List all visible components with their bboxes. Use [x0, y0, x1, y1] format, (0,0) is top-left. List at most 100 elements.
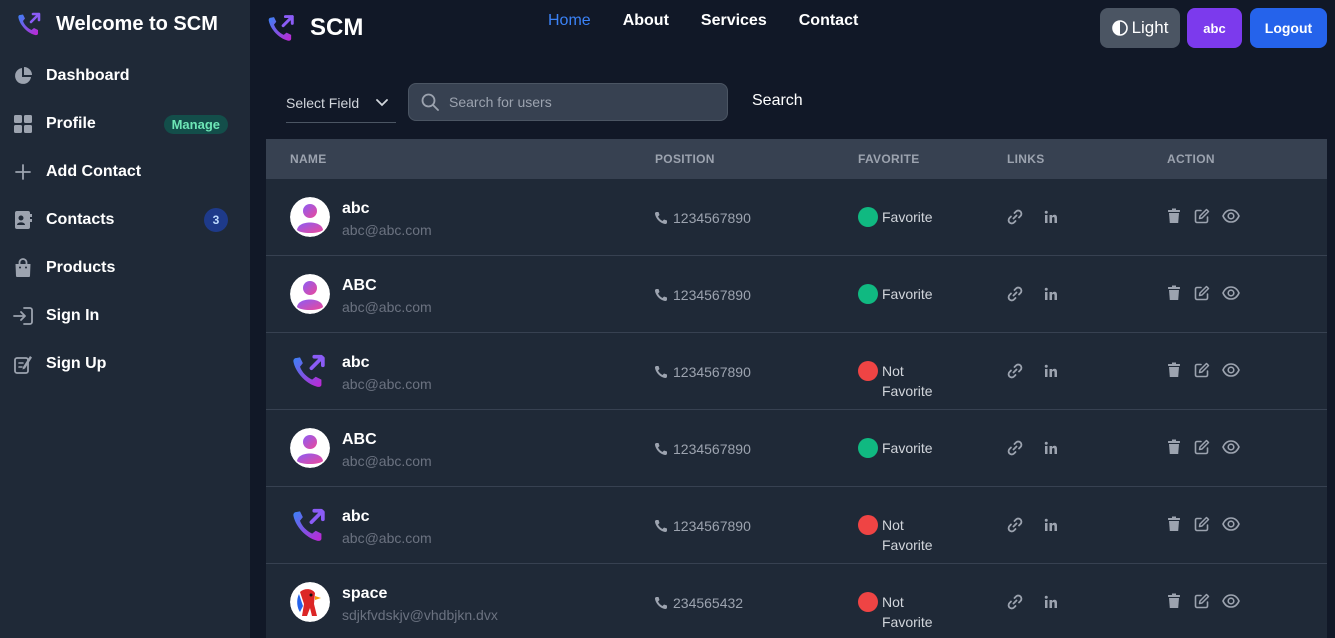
sidebar-item-add-contact[interactable]: Add Contact	[12, 154, 234, 190]
nav-link-about[interactable]: About	[623, 12, 669, 30]
contact-phone: 1234567890	[654, 210, 751, 226]
theme-toggle-button[interactable]: Light	[1100, 8, 1180, 48]
contact-links	[1006, 516, 1078, 534]
phone-number: 1234567890	[673, 210, 751, 226]
sidebar-item-products[interactable]: Products	[12, 250, 234, 286]
contact-phone: 1234567890	[654, 364, 751, 380]
column-header-action: ACTION	[1167, 152, 1215, 166]
edit-icon[interactable]	[1194, 362, 1210, 378]
delete-icon[interactable]	[1166, 439, 1182, 455]
column-header-name: NAME	[290, 152, 327, 166]
edit-icon[interactable]	[1194, 439, 1210, 455]
scm-logo-icon	[268, 15, 294, 41]
contacts-table: NAME POSITION FAVORITE LINKS ACTION abc …	[266, 139, 1327, 638]
contact-name: space	[342, 585, 388, 602]
favorite-dot	[858, 515, 878, 535]
edit-icon[interactable]	[1194, 593, 1210, 609]
contact-links	[1006, 208, 1078, 226]
contact-links	[1006, 593, 1078, 611]
link-icon[interactable]	[1006, 362, 1024, 380]
linkedin-icon[interactable]	[1044, 287, 1058, 301]
delete-icon[interactable]	[1166, 516, 1182, 532]
phone-number: 1234567890	[673, 287, 751, 303]
contact-email: abc@abc.com	[342, 530, 432, 546]
table-row: abc abc@abc.com 1234567890 Favorite	[266, 179, 1327, 256]
favorite-status: Not Favorite	[858, 361, 942, 401]
half-circle-icon	[1111, 20, 1128, 36]
sidebar-item-sign-up[interactable]: Sign Up	[12, 346, 234, 382]
row-actions	[1166, 516, 1252, 532]
favorite-dot	[858, 361, 878, 381]
header-brand[interactable]: SCM	[266, 12, 363, 44]
delete-icon[interactable]	[1166, 362, 1182, 378]
favorite-label: Not Favorite	[882, 517, 933, 553]
row-actions	[1166, 593, 1252, 609]
column-header-favorite: FAVORITE	[858, 152, 920, 166]
view-icon[interactable]	[1222, 593, 1240, 609]
nav-link-home[interactable]: Home	[548, 12, 591, 30]
header-brand-title: SCM	[310, 14, 364, 41]
delete-icon[interactable]	[1166, 285, 1182, 301]
favorite-status: Not Favorite	[858, 592, 942, 632]
favorite-status: Favorite	[858, 438, 942, 458]
contact-card-icon	[12, 209, 34, 231]
favorite-label: Favorite	[882, 286, 933, 302]
link-icon[interactable]	[1006, 593, 1024, 611]
phone-number: 1234567890	[673, 518, 751, 534]
sidebar-item-dashboard[interactable]: Dashboard	[12, 58, 234, 94]
linkedin-icon[interactable]	[1044, 441, 1058, 455]
edit-icon[interactable]	[1194, 285, 1210, 301]
contact-phone: 1234567890	[654, 441, 751, 457]
linkedin-icon[interactable]	[1044, 518, 1058, 532]
contact-email: abc@abc.com	[342, 376, 432, 392]
sidebar-item-label: Sign In	[46, 307, 100, 324]
view-icon[interactable]	[1222, 208, 1240, 224]
table-row: abc abc@abc.com 1234567890 Not Favorite	[266, 333, 1327, 410]
edit-icon[interactable]	[1194, 516, 1210, 532]
search-input[interactable]	[449, 94, 719, 110]
view-icon[interactable]	[1222, 285, 1240, 301]
nav-link-services[interactable]: Services	[701, 12, 767, 30]
linkedin-icon[interactable]	[1044, 210, 1058, 224]
pie-chart-icon	[12, 65, 34, 87]
search-icon	[421, 93, 439, 111]
linkedin-icon[interactable]	[1044, 364, 1058, 378]
delete-icon[interactable]	[1166, 593, 1182, 609]
contact-email: abc@abc.com	[342, 453, 432, 469]
sidebar-item-contacts[interactable]: Contacts 3	[12, 202, 234, 238]
phone-number: 234565432	[673, 595, 744, 611]
logout-button[interactable]: Logout	[1250, 8, 1327, 48]
view-icon[interactable]	[1222, 439, 1240, 455]
manage-badge[interactable]: Manage	[163, 114, 228, 134]
link-icon[interactable]	[1006, 208, 1024, 226]
table-header: NAME POSITION FAVORITE LINKS ACTION	[266, 139, 1327, 179]
contact-name: ABC	[342, 431, 377, 448]
contact-links	[1006, 285, 1078, 303]
contacts-count-badge: 3	[204, 208, 228, 232]
sidebar-brand[interactable]: Welcome to SCM	[16, 9, 218, 39]
contact-email: sdjkfvdskjv@vhdbjkn.dvx	[342, 607, 498, 623]
field-select[interactable]: Select Field	[286, 83, 396, 123]
shopping-bag-icon	[12, 257, 34, 279]
search-button[interactable]: Search	[752, 92, 803, 110]
view-icon[interactable]	[1222, 362, 1240, 378]
favorite-dot	[858, 592, 878, 612]
sidebar-item-sign-in[interactable]: Sign In	[12, 298, 234, 334]
contact-email: abc@abc.com	[342, 299, 432, 315]
link-icon[interactable]	[1006, 439, 1024, 457]
scm-logo-icon	[18, 12, 41, 36]
link-icon[interactable]	[1006, 516, 1024, 534]
user-button[interactable]: abc	[1187, 8, 1242, 48]
phone-icon	[654, 366, 667, 379]
linkedin-icon[interactable]	[1044, 595, 1058, 609]
favorite-dot	[858, 207, 878, 227]
sidebar-item-label: Sign Up	[46, 355, 107, 372]
view-icon[interactable]	[1222, 516, 1240, 532]
edit-icon[interactable]	[1194, 208, 1210, 224]
link-icon[interactable]	[1006, 285, 1024, 303]
sidebar-item-label: Add Contact	[46, 163, 142, 180]
delete-icon[interactable]	[1166, 208, 1182, 224]
search-box	[408, 83, 728, 121]
nav-link-contact[interactable]: Contact	[799, 12, 859, 30]
sidebar-item-profile[interactable]: Profile Manage	[12, 106, 234, 142]
